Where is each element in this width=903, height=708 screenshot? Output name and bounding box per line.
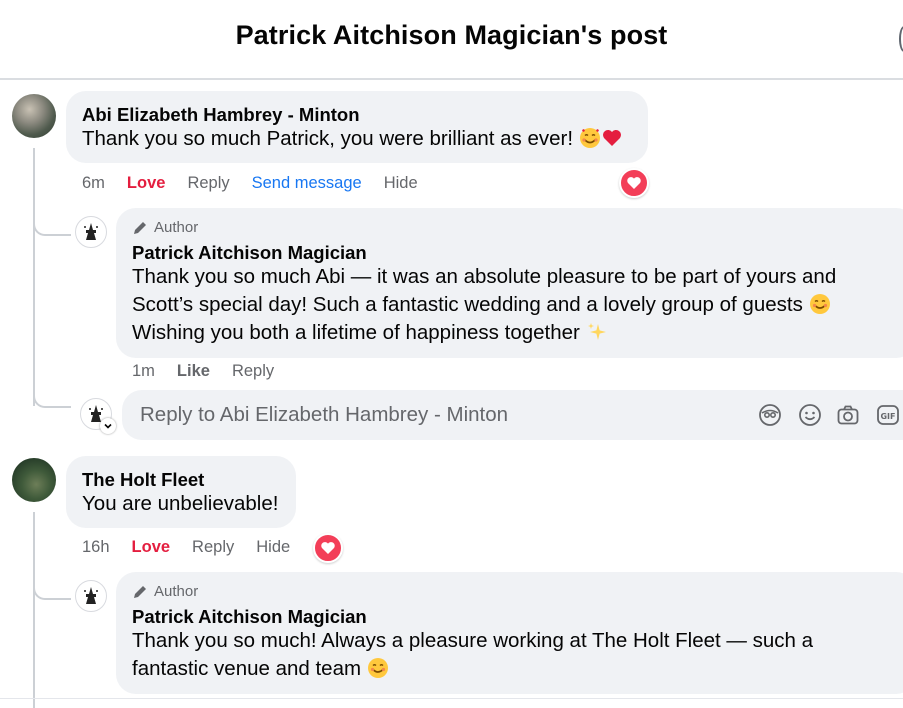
comment-author[interactable]: The Holt Fleet [82,469,204,491]
close-icon[interactable] [899,26,903,52]
comment-text: Thank you so much Patrick, you were bril… [82,125,623,157]
reply-text-line: Thank you so much! Always a pleasure wor… [132,629,814,652]
love-reaction-icon[interactable] [619,168,649,198]
love-reaction-icon[interactable] [313,533,343,563]
reply-button[interactable]: Reply [192,538,234,557]
red-heart-emoji [601,127,623,157]
magician-logo-icon [84,223,98,240]
author-badge-label: Author [154,219,199,236]
reply-input[interactable] [140,390,740,440]
camera-icon[interactable] [836,403,860,427]
reply-author[interactable]: Patrick Aitchison Magician [132,606,367,628]
post-header: Patrick Aitchison Magician's post [0,0,903,80]
profile-switch-chevron-icon[interactable] [100,418,116,434]
thread-line [33,512,35,708]
comment-time[interactable]: 6m [82,174,105,193]
sparkles-emoji [586,321,608,351]
reply-text-content: Wishing you both a lifetime of happiness… [132,321,580,344]
avatar-sticker-icon[interactable] [758,403,782,427]
reply-text-line: Thank you so much Abi — it was an absolu… [132,265,837,288]
reply-text-line: fantastic venue and team [132,655,389,687]
comment-actions: 16h Love Reply Hide [82,538,312,557]
reply-composer: GIF [122,390,903,440]
smiling-face-emoji [809,293,831,323]
love-button[interactable]: Love [132,538,171,557]
thread-branch [33,380,71,408]
reply-actions: 1m Like Reply [132,362,296,381]
thread-branch [33,212,71,236]
smiling-face-with-hearts-emoji [579,127,601,157]
comment-author[interactable]: Abi Elizabeth Hambrey - Minton [82,104,360,126]
comment-text: You are unbelievable! [82,492,279,515]
author-badge: Author [132,583,198,600]
comment-text-content: Thank you so much Patrick, you were bril… [82,127,574,150]
reply-bubble: Author Patrick Aitchison Magician Thank … [116,208,903,358]
avatar-patrick[interactable] [75,580,107,612]
smiling-face-emoji [367,657,389,687]
divider [0,698,903,699]
avatar-patrick[interactable] [75,216,107,248]
love-button[interactable]: Love [127,174,166,193]
hide-button[interactable]: Hide [256,538,290,557]
like-button[interactable]: Like [177,362,210,381]
reply-button[interactable]: Reply [187,174,229,193]
comment-bubble: The Holt Fleet You are unbelievable! [66,456,296,528]
pencil-icon [134,221,146,234]
reply-text-content: Scott’s special day! Such a fantastic we… [132,293,803,316]
reply-button[interactable]: Reply [232,362,274,381]
avatar-abi[interactable] [12,94,56,138]
reply-text-content: fantastic venue and team [132,657,362,680]
magician-logo-icon [84,587,98,604]
avatar-holt-fleet[interactable] [12,458,56,502]
emoji-icon[interactable] [798,403,822,427]
gif-icon[interactable]: GIF [876,403,900,427]
svg-text:GIF: GIF [880,412,895,421]
reply-bubble: Author Patrick Aitchison Magician Thank … [116,572,903,694]
author-badge: Author [132,219,198,236]
comment-actions: 6m Love Reply Send message Hide [82,174,440,193]
reply-author[interactable]: Patrick Aitchison Magician [132,242,367,264]
comment-bubble: Abi Elizabeth Hambrey - Minton Thank you… [66,91,648,163]
post-title: Patrick Aitchison Magician's post [235,20,668,50]
thread-branch [33,576,71,600]
hide-button[interactable]: Hide [384,174,418,193]
author-badge-label: Author [154,583,199,600]
comment-time[interactable]: 16h [82,538,110,557]
reply-time[interactable]: 1m [132,362,155,381]
thread-line [33,148,35,406]
reply-text-line: Wishing you both a lifetime of happiness… [132,319,608,351]
send-message-button[interactable]: Send message [252,174,362,193]
pencil-icon [134,585,146,598]
